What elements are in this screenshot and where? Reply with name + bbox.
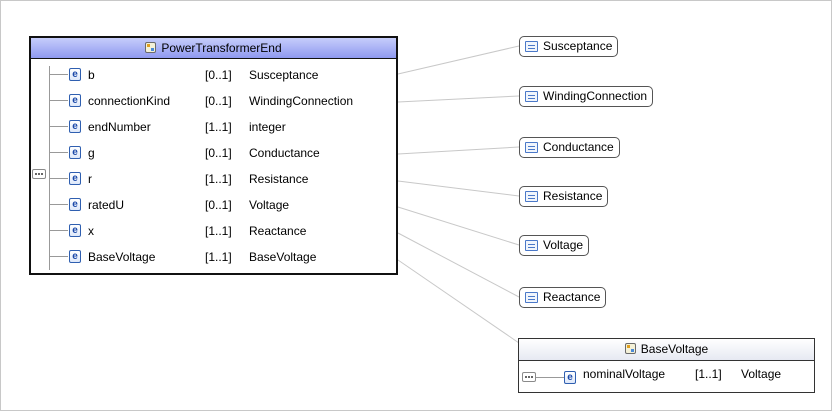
- type-label: Reactance: [543, 290, 601, 304]
- simple-type-icon: [525, 142, 538, 153]
- attribute-row-connectionKind[interactable]: e connectionKind [0..1] WindingConnectio…: [31, 90, 396, 112]
- attribute-type: BaseVoltage: [249, 250, 317, 264]
- power-transformer-end-class[interactable]: PowerTransformerEnd e b [0..1] Susceptan…: [29, 36, 398, 275]
- attribute-row-x[interactable]: e x [1..1] Reactance: [31, 220, 396, 242]
- sequence-icon[interactable]: [522, 372, 536, 382]
- attribute-name: r: [88, 172, 92, 186]
- attribute-multiplicity: [0..1]: [205, 146, 232, 160]
- simple-type-icon: [525, 191, 538, 202]
- class-icon: [145, 42, 157, 53]
- attribute-name: g: [88, 146, 95, 160]
- type-box-resistance[interactable]: Resistance: [519, 186, 609, 207]
- connector-ratedU: [397, 206, 520, 246]
- simple-type-icon: [525, 41, 538, 52]
- attribute-name: x: [88, 224, 94, 238]
- attribute-type: Susceptance: [249, 68, 319, 82]
- attribute-row-endNumber[interactable]: e endNumber [1..1] integer: [31, 116, 396, 138]
- attribute-type: Reactance: [249, 224, 307, 238]
- attribute-type: Voltage: [741, 367, 782, 381]
- class-header[interactable]: BaseVoltage: [519, 339, 814, 361]
- attribute-multiplicity: [1..1]: [205, 250, 232, 264]
- element-icon: e: [69, 146, 81, 159]
- attribute-row-ratedU[interactable]: e ratedU [0..1] Voltage: [31, 194, 396, 216]
- simple-type-icon: [525, 240, 538, 251]
- type-label: Susceptance: [543, 39, 613, 53]
- class-title: BaseVoltage: [640, 342, 709, 356]
- type-label: Resistance: [543, 189, 603, 203]
- attribute-row-r[interactable]: e r [1..1] Resistance: [31, 168, 396, 190]
- element-icon: e: [69, 250, 81, 263]
- type-box-winding-connection[interactable]: WindingConnection: [519, 86, 654, 107]
- attribute-multiplicity: [1..1]: [205, 172, 232, 186]
- connector-g: [397, 146, 520, 155]
- attribute-name: ratedU: [88, 198, 125, 212]
- attribute-row-g[interactable]: e g [0..1] Conductance: [31, 142, 396, 164]
- type-label: WindingConnection: [543, 89, 648, 103]
- type-label: Voltage: [543, 238, 584, 252]
- element-icon: e: [69, 172, 81, 185]
- attribute-name[interactable]: nominalVoltage: [583, 367, 665, 381]
- type-label: Conductance: [543, 140, 614, 154]
- connector-connectionKind: [397, 95, 520, 103]
- connector-r: [397, 180, 520, 197]
- base-voltage-class[interactable]: BaseVoltage e nominalVoltage [1..1] Volt…: [518, 338, 815, 393]
- connector-b: [397, 45, 520, 75]
- type-box-voltage[interactable]: Voltage: [519, 235, 590, 256]
- element-icon: e: [69, 198, 81, 211]
- type-box-conductance[interactable]: Conductance: [519, 137, 620, 158]
- attribute-name: b: [88, 68, 95, 82]
- attribute-type: WindingConnection: [249, 94, 354, 108]
- connector-BaseVoltage: [397, 259, 520, 344]
- attribute-multiplicity: [0..1]: [205, 68, 232, 82]
- element-icon: e: [69, 120, 81, 133]
- simple-type-icon: [525, 91, 538, 102]
- attribute-multiplicity: [1..1]: [205, 120, 232, 134]
- class-title: PowerTransformerEnd: [161, 41, 282, 55]
- type-box-susceptance[interactable]: Susceptance: [519, 36, 619, 57]
- attribute-name: BaseVoltage: [88, 250, 156, 264]
- connector-x: [397, 232, 520, 298]
- element-icon: e: [564, 371, 576, 384]
- tree-stub: [536, 377, 564, 378]
- attribute-name: connectionKind: [88, 94, 171, 108]
- element-icon: e: [69, 94, 81, 107]
- type-box-reactance[interactable]: Reactance: [519, 287, 607, 308]
- attribute-type: Conductance: [249, 146, 320, 160]
- attribute-row-BaseVoltage[interactable]: e BaseVoltage [1..1] BaseVoltage: [31, 246, 396, 268]
- diagram-canvas: PowerTransformerEnd e b [0..1] Susceptan…: [0, 0, 832, 411]
- class-icon: [624, 343, 636, 354]
- attribute-type: Voltage: [249, 198, 290, 212]
- attribute-type: Resistance: [249, 172, 309, 186]
- element-icon: e: [69, 224, 81, 237]
- attribute-multiplicity: [0..1]: [205, 198, 232, 212]
- attribute-type: integer: [249, 120, 286, 134]
- attribute-row-b[interactable]: e b [0..1] Susceptance: [31, 64, 396, 86]
- attribute-name: endNumber: [88, 120, 151, 134]
- attribute-multiplicity: [1..1]: [205, 224, 232, 238]
- attribute-multiplicity: [1..1]: [695, 367, 722, 381]
- attribute-multiplicity: [0..1]: [205, 94, 232, 108]
- element-icon: e: [69, 68, 81, 81]
- simple-type-icon: [525, 292, 538, 303]
- class-header[interactable]: PowerTransformerEnd: [31, 38, 396, 59]
